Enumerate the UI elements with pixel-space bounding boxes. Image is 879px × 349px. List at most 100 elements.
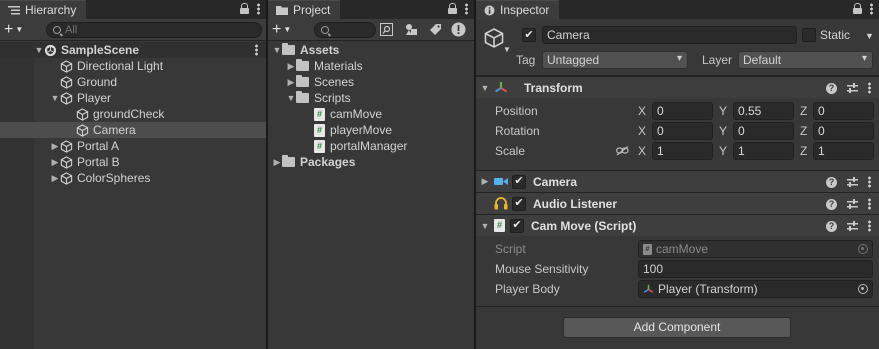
hierarchy-item-selected[interactable]: Camera	[0, 122, 266, 138]
help-icon[interactable]: ?	[826, 82, 837, 94]
hierarchy-item-label: Directional Light	[77, 59, 164, 73]
lock-icon[interactable]	[853, 3, 862, 14]
help-icon[interactable]: ?	[826, 220, 837, 232]
rotation-x-field[interactable]: 0	[652, 122, 713, 140]
warning-count-icon[interactable]	[451, 22, 466, 37]
project-script[interactable]: # playerMove	[268, 122, 474, 138]
more-options-icon[interactable]	[257, 3, 260, 15]
create-button[interactable]: + ▼	[272, 21, 291, 38]
rotation-y-field[interactable]: 0	[733, 122, 794, 140]
hierarchy-item[interactable]: ▶ Portal B	[0, 154, 266, 170]
object-picker-icon[interactable]	[858, 284, 868, 294]
hierarchy-search-input[interactable]	[65, 24, 261, 36]
tab-inspector[interactable]: Inspector	[476, 0, 560, 19]
hierarchy-item[interactable]: groundCheck	[0, 106, 266, 122]
search-by-type-icon[interactable]	[380, 23, 393, 36]
static-checkbox[interactable]	[802, 28, 816, 42]
expand-arrow-icon[interactable]: ▼	[286, 93, 296, 103]
tab-hierarchy[interactable]: Hierarchy	[0, 0, 87, 19]
tab-project[interactable]: Project	[268, 0, 341, 19]
camera-component-header[interactable]: ▶ ✔ Camera ?	[476, 170, 879, 192]
expand-arrow-icon[interactable]: ▼	[50, 93, 60, 103]
more-options-icon[interactable]	[465, 3, 468, 15]
collapse-arrow-icon[interactable]: ▶	[50, 141, 60, 152]
rotation-z-field[interactable]: 0	[813, 122, 874, 140]
hierarchy-tab-label: Hierarchy	[25, 3, 77, 17]
project-root-assets[interactable]: ▼ Assets	[268, 42, 474, 58]
presets-icon[interactable]	[847, 220, 858, 232]
presets-icon[interactable]	[847, 82, 858, 94]
gameobject-cube-icon	[60, 139, 73, 153]
gameobject-icon[interactable]	[483, 27, 505, 49]
expand-arrow-icon[interactable]: ▼	[480, 221, 490, 231]
static-dropdown-chevron-icon[interactable]: ▼	[865, 31, 874, 41]
script-enabled-checkbox[interactable]: ✔	[510, 218, 524, 233]
expand-arrow-icon[interactable]: ▼	[272, 45, 282, 55]
scale-z-field[interactable]: 1	[813, 142, 874, 160]
transform-axes-icon	[494, 81, 508, 92]
collapse-arrow-icon[interactable]: ▶	[286, 61, 296, 72]
folder-open-icon	[296, 91, 309, 103]
presets-icon[interactable]	[847, 198, 858, 210]
mouse-sensitivity-field[interactable]: 100	[638, 260, 873, 278]
scale-x-field[interactable]: 1	[652, 142, 713, 160]
lock-icon[interactable]	[448, 3, 457, 14]
project-folder[interactable]: ▶ Scenes	[268, 74, 474, 90]
icon-dropdown-chevron-icon[interactable]: ▼	[503, 45, 511, 54]
label-tag-icon[interactable]	[429, 23, 442, 36]
cam-move-script-header[interactable]: ▼ # ✔ Cam Move (Script) ?	[476, 214, 879, 236]
lock-icon[interactable]	[240, 3, 249, 14]
add-component-button[interactable]: Add Component	[563, 317, 791, 338]
collapse-arrow-icon[interactable]: ▶	[50, 157, 60, 168]
player-body-field[interactable]: Player (Transform)	[638, 280, 873, 298]
presets-icon[interactable]	[847, 176, 858, 188]
layer-dropdown[interactable]: Default	[738, 51, 873, 69]
scale-y-field[interactable]: 1	[733, 142, 794, 160]
audio-listener-header[interactable]: ✔ Audio Listener ?	[476, 192, 879, 214]
project-folder[interactable]: ▼ Scripts	[268, 90, 474, 106]
component-menu-icon[interactable]	[868, 176, 871, 188]
more-options-icon[interactable]	[870, 3, 873, 15]
project-folder[interactable]: ▶ Materials	[268, 58, 474, 74]
audio-listener-enabled-checkbox[interactable]: ✔	[512, 196, 526, 211]
hierarchy-search[interactable]	[46, 22, 262, 38]
hierarchy-panel: Hierarchy +▼ ▼ SampleScene Directional L…	[0, 0, 266, 349]
project-search[interactable]	[314, 22, 376, 38]
collapse-arrow-icon[interactable]: ▶	[480, 176, 490, 187]
collapse-arrow-icon[interactable]: ▶	[50, 173, 60, 184]
hierarchy-item[interactable]: Directional Light	[0, 58, 266, 74]
component-menu-icon[interactable]	[868, 220, 871, 232]
active-checkbox[interactable]: ✔	[522, 28, 536, 42]
script-file-icon: #	[643, 243, 652, 255]
hierarchy-item[interactable]: ▶ ColorSpheres	[0, 170, 266, 186]
camera-enabled-checkbox[interactable]: ✔	[512, 174, 526, 189]
filter-by-type-icon[interactable]	[405, 23, 418, 36]
expand-arrow-icon[interactable]: ▼	[34, 45, 44, 55]
expand-arrow-icon[interactable]: ▼	[480, 83, 490, 93]
tag-dropdown[interactable]: Untagged	[542, 51, 688, 69]
object-name-field[interactable]: Camera	[542, 26, 797, 44]
scene-row[interactable]: ▼ SampleScene	[0, 42, 266, 58]
link-constraint-icon[interactable]	[616, 146, 629, 156]
position-x-field[interactable]: 0	[652, 102, 713, 120]
component-menu-icon[interactable]	[868, 82, 871, 94]
hierarchy-item[interactable]: ▶ Portal A	[0, 138, 266, 154]
position-z-field[interactable]: 0	[813, 102, 874, 120]
transform-component-header[interactable]: ▼ Transform ?	[476, 76, 879, 98]
project-root-packages[interactable]: ▶ Packages	[268, 154, 474, 170]
collapse-arrow-icon[interactable]: ▶	[286, 77, 296, 88]
position-y-field[interactable]: 0.55	[733, 102, 794, 120]
collapse-arrow-icon[interactable]: ▶	[272, 157, 282, 168]
help-icon[interactable]: ?	[826, 176, 837, 188]
scene-options-icon[interactable]	[255, 44, 258, 56]
component-menu-icon[interactable]	[868, 198, 871, 210]
hierarchy-item[interactable]: ▼ Player	[0, 90, 266, 106]
help-icon[interactable]: ?	[826, 198, 837, 210]
project-search-input[interactable]	[333, 24, 375, 36]
axis-z-label: Z	[800, 124, 808, 138]
create-button[interactable]: + ▼	[4, 21, 23, 38]
hierarchy-item[interactable]: Ground	[0, 74, 266, 90]
project-script[interactable]: # camMove	[268, 106, 474, 122]
project-script[interactable]: # portalManager	[268, 138, 474, 154]
player-body-value: Player (Transform)	[658, 282, 758, 296]
